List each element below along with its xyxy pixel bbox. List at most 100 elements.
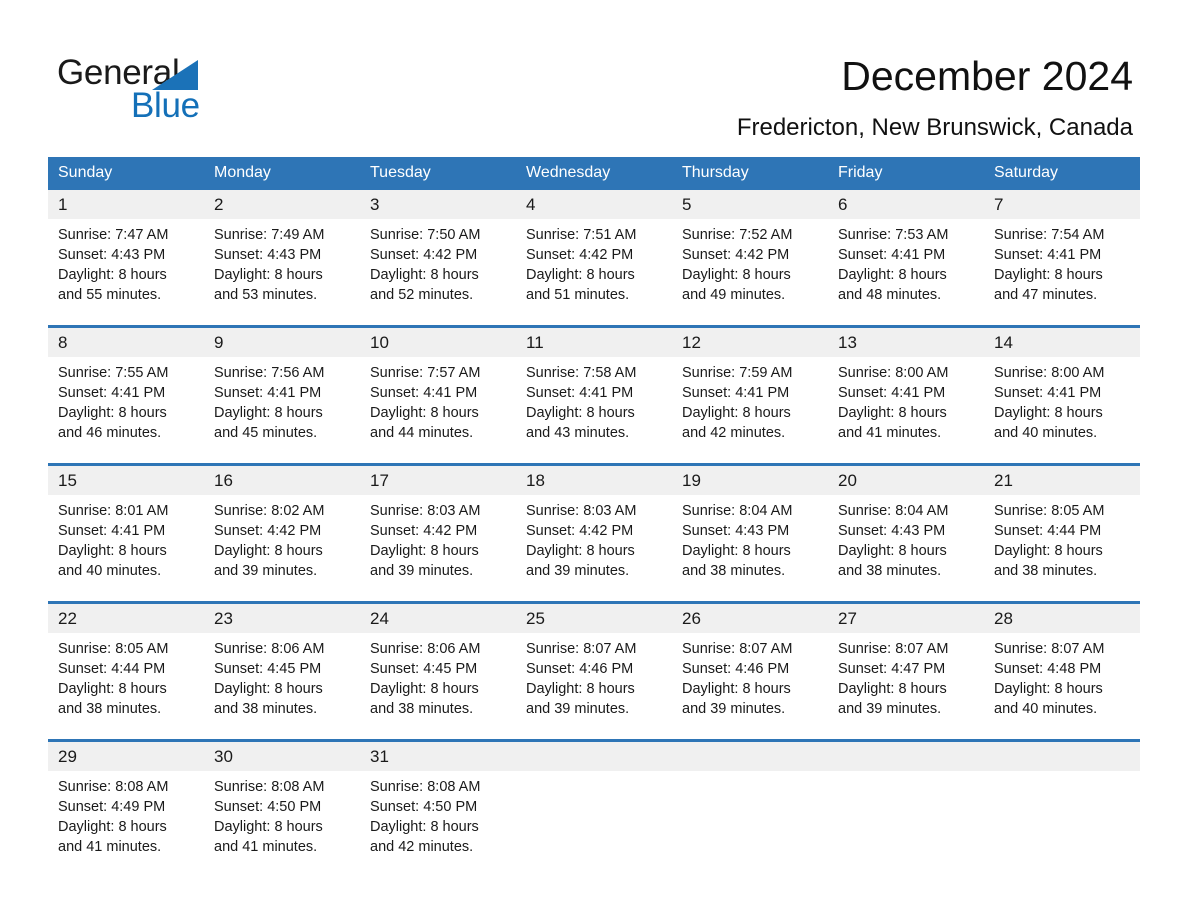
day-cell[interactable]: Sunrise: 8:00 AM Sunset: 4:41 PM Dayligh… [828,357,984,463]
day-cell[interactable]: Sunrise: 8:05 AM Sunset: 4:44 PM Dayligh… [48,633,204,739]
day-number[interactable]: 17 [360,466,516,495]
daylight-text-line1: Daylight: 8 hours [838,681,947,697]
day-cell[interactable]: Sunrise: 8:01 AM Sunset: 4:41 PM Dayligh… [48,495,204,601]
day-cell[interactable]: Sunrise: 8:04 AM Sunset: 4:43 PM Dayligh… [672,495,828,601]
day-number[interactable]: 7 [984,190,1140,219]
day-cell[interactable]: Sunrise: 8:08 AM Sunset: 4:49 PM Dayligh… [48,771,204,877]
day-cell[interactable]: Sunrise: 7:55 AM Sunset: 4:41 PM Dayligh… [48,357,204,463]
week-row-daynumbers: 15 16 17 18 19 20 21 [48,466,1140,495]
sunrise-text: Sunrise: 7:51 AM [526,227,637,243]
day-number[interactable]: 13 [828,328,984,357]
day-number[interactable]: 23 [204,604,360,633]
day-cell[interactable]: Sunrise: 8:07 AM Sunset: 4:48 PM Dayligh… [984,633,1140,739]
day-number[interactable]: 12 [672,328,828,357]
day-cell[interactable]: Sunrise: 7:56 AM Sunset: 4:41 PM Dayligh… [204,357,360,463]
daylight-text-line2: and 41 minutes. [58,839,162,855]
sunrise-text: Sunrise: 7:58 AM [526,365,637,381]
day-number[interactable]: 25 [516,604,672,633]
daylight-text-line1: Daylight: 8 hours [526,681,635,697]
day-cell[interactable]: Sunrise: 7:57 AM Sunset: 4:41 PM Dayligh… [360,357,516,463]
day-number[interactable]: 10 [360,328,516,357]
day-cell[interactable]: Sunrise: 8:07 AM Sunset: 4:47 PM Dayligh… [828,633,984,739]
sunrise-text: Sunrise: 7:55 AM [58,365,169,381]
sunrise-text: Sunrise: 7:53 AM [838,227,949,243]
day-cell[interactable]: Sunrise: 7:53 AM Sunset: 4:41 PM Dayligh… [828,219,984,325]
day-cell[interactable]: Sunrise: 7:51 AM Sunset: 4:42 PM Dayligh… [516,219,672,325]
daylight-text-line2: and 38 minutes. [682,563,786,579]
week-row-details: Sunrise: 7:47 AM Sunset: 4:43 PM Dayligh… [48,219,1140,325]
sunrise-text: Sunrise: 8:08 AM [58,779,169,795]
daylight-text-line2: and 38 minutes. [994,563,1098,579]
sunset-text: Sunset: 4:41 PM [370,385,478,401]
page-header: General Blue December 2024 Fredericton, … [0,0,1188,150]
day-cell[interactable]: Sunrise: 8:05 AM Sunset: 4:44 PM Dayligh… [984,495,1140,601]
day-number[interactable]: 24 [360,604,516,633]
weekday-header-wednesday: Wednesday [516,157,672,190]
day-number[interactable]: 28 [984,604,1140,633]
day-number[interactable]: 14 [984,328,1140,357]
day-number[interactable]: 20 [828,466,984,495]
day-number[interactable]: 5 [672,190,828,219]
day-cell[interactable]: Sunrise: 7:58 AM Sunset: 4:41 PM Dayligh… [516,357,672,463]
day-number[interactable]: 3 [360,190,516,219]
sunrise-text: Sunrise: 8:04 AM [682,503,793,519]
day-cell[interactable]: Sunrise: 8:07 AM Sunset: 4:46 PM Dayligh… [516,633,672,739]
day-number[interactable]: 19 [672,466,828,495]
sunset-text: Sunset: 4:47 PM [838,661,946,677]
sunrise-text: Sunrise: 7:54 AM [994,227,1105,243]
day-number[interactable]: 29 [48,742,204,771]
day-cell[interactable]: Sunrise: 7:49 AM Sunset: 4:43 PM Dayligh… [204,219,360,325]
day-number[interactable]: 26 [672,604,828,633]
daylight-text-line2: and 49 minutes. [682,287,786,303]
sunrise-text: Sunrise: 8:04 AM [838,503,949,519]
day-number[interactable]: 22 [48,604,204,633]
day-number[interactable]: 21 [984,466,1140,495]
sunrise-text: Sunrise: 8:05 AM [994,503,1105,519]
day-number[interactable]: 18 [516,466,672,495]
day-cell[interactable]: Sunrise: 8:07 AM Sunset: 4:46 PM Dayligh… [672,633,828,739]
week-row-details: Sunrise: 7:55 AM Sunset: 4:41 PM Dayligh… [48,357,1140,463]
sunrise-text: Sunrise: 8:02 AM [214,503,325,519]
day-number[interactable]: 15 [48,466,204,495]
sunrise-text: Sunrise: 8:07 AM [682,641,793,657]
daylight-text-line2: and 38 minutes. [214,701,318,717]
day-number[interactable]: 1 [48,190,204,219]
day-number[interactable]: 9 [204,328,360,357]
day-cell[interactable]: Sunrise: 8:06 AM Sunset: 4:45 PM Dayligh… [360,633,516,739]
day-number[interactable]: 4 [516,190,672,219]
day-number[interactable]: 27 [828,604,984,633]
day-cell[interactable]: Sunrise: 8:04 AM Sunset: 4:43 PM Dayligh… [828,495,984,601]
day-cell[interactable]: Sunrise: 8:02 AM Sunset: 4:42 PM Dayligh… [204,495,360,601]
day-cell[interactable]: Sunrise: 8:03 AM Sunset: 4:42 PM Dayligh… [360,495,516,601]
daylight-text-line2: and 42 minutes. [682,425,786,441]
daylight-text-line2: and 42 minutes. [370,839,474,855]
day-cell[interactable]: Sunrise: 8:06 AM Sunset: 4:45 PM Dayligh… [204,633,360,739]
daylight-text-line2: and 39 minutes. [838,701,942,717]
day-number[interactable]: 31 [360,742,516,771]
sunset-text: Sunset: 4:42 PM [682,247,790,263]
day-cell[interactable]: Sunrise: 7:59 AM Sunset: 4:41 PM Dayligh… [672,357,828,463]
sunrise-text: Sunrise: 7:59 AM [682,365,793,381]
day-cell[interactable]: Sunrise: 8:08 AM Sunset: 4:50 PM Dayligh… [204,771,360,877]
week-row-daynumbers: 1 2 3 4 5 6 7 [48,190,1140,219]
day-cell[interactable]: Sunrise: 7:47 AM Sunset: 4:43 PM Dayligh… [48,219,204,325]
day-cell[interactable]: Sunrise: 8:03 AM Sunset: 4:42 PM Dayligh… [516,495,672,601]
day-cell[interactable]: Sunrise: 7:54 AM Sunset: 4:41 PM Dayligh… [984,219,1140,325]
sunrise-text: Sunrise: 8:05 AM [58,641,169,657]
daylight-text-line2: and 46 minutes. [58,425,162,441]
sunset-text: Sunset: 4:44 PM [58,661,166,677]
day-cell[interactable]: Sunrise: 8:08 AM Sunset: 4:50 PM Dayligh… [360,771,516,877]
daylight-text-line1: Daylight: 8 hours [526,405,635,421]
sunset-text: Sunset: 4:45 PM [214,661,322,677]
day-cell[interactable]: Sunrise: 8:00 AM Sunset: 4:41 PM Dayligh… [984,357,1140,463]
daylight-text-line2: and 40 minutes. [58,563,162,579]
day-cell[interactable]: Sunrise: 7:52 AM Sunset: 4:42 PM Dayligh… [672,219,828,325]
day-number[interactable]: 6 [828,190,984,219]
day-number[interactable]: 30 [204,742,360,771]
day-number[interactable]: 2 [204,190,360,219]
week-row-details: Sunrise: 8:01 AM Sunset: 4:41 PM Dayligh… [48,495,1140,601]
day-cell[interactable]: Sunrise: 7:50 AM Sunset: 4:42 PM Dayligh… [360,219,516,325]
day-number[interactable]: 11 [516,328,672,357]
day-number[interactable]: 16 [204,466,360,495]
day-number[interactable]: 8 [48,328,204,357]
